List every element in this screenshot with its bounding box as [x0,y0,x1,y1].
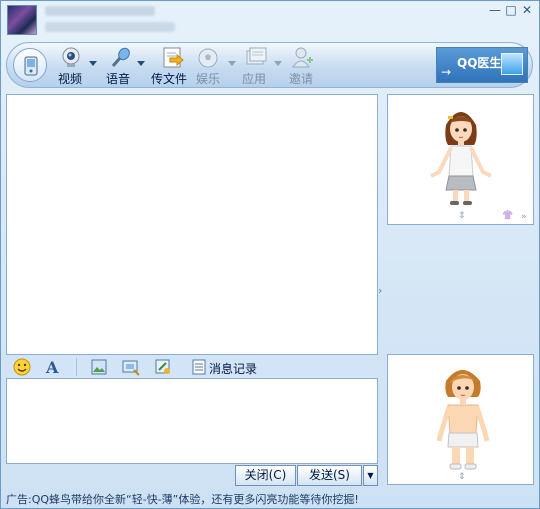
qq-doctor-label: QQ医生 [457,56,502,70]
collapse-sidebar-chevron-icon[interactable]: › [378,284,386,297]
message-history-label[interactable]: 消息记录 [209,360,257,377]
toolbar-send-file-label: 传文件 [151,72,188,86]
toolbar-send-file[interactable]: 传文件 [151,45,197,87]
entertainment-dropdown-caret[interactable] [228,61,236,66]
apps-icon [246,47,267,65]
toolbar-entertainment-label: 娱乐 [196,72,221,86]
contact-name-blurred [45,6,155,16]
toolbar-video-label: 视频 [58,72,83,86]
image-icon[interactable] [90,358,108,376]
toolbar-apps-label: 应用 [242,72,267,86]
send-options-dropdown[interactable]: ▼ [363,465,378,486]
format-divider [76,358,77,376]
apps-dropdown-caret[interactable] [274,61,282,66]
contact-avatar[interactable] [7,5,37,35]
resize-arrows-icon[interactable]: ⇕ [458,472,466,482]
magic-expression-icon[interactable] [154,358,172,376]
minimize-button[interactable]: — [489,3,501,17]
qq-doctor-button[interactable]: QQ医生 → [436,47,528,83]
contact-status-blurred [45,22,175,32]
toolbar-invite-label: 邀请 [289,72,314,86]
voice-dropdown-caret[interactable] [137,61,145,66]
toolbar-voice-label: 语音 [106,72,131,86]
screenshot-icon[interactable] [122,358,140,376]
mobile-button[interactable] [13,48,47,82]
toolbar-voice[interactable]: 语音 [103,45,149,87]
microphone-icon [111,47,130,67]
message-history-pane[interactable] [6,94,378,355]
arrow-right-icon: → [441,65,452,79]
toolbar-video[interactable]: 视频 [55,45,101,87]
send-file-icon [163,47,184,68]
toolbar-apps[interactable]: 应用 [240,45,286,87]
message-history-icon[interactable] [190,358,208,376]
ad-banner[interactable]: 广告:QQ蜂鸟带给你全新“轻-快-薄”体验，还有更多闪亮功能等待你挖掘! [6,491,359,507]
monitor-icon [501,53,523,75]
font-icon[interactable]: A [44,358,62,376]
mobile-phone-icon [24,56,38,76]
webcam-icon [62,47,80,67]
resize-arrows-icon[interactable]: ⇕ [458,211,466,221]
outfit-shirt-icon[interactable]: 👚 [502,211,513,221]
video-dropdown-caret[interactable] [89,61,97,66]
window-controls: — □ ✕ [489,3,533,17]
female-avatar-figure [430,112,492,205]
maximize-button[interactable]: □ [505,3,517,17]
message-input[interactable] [6,378,378,464]
toolbar-entertainment[interactable]: 娱乐 [194,45,240,87]
chat-toolbar: 视频 语音 传文件 娱乐 应用 邀请 QQ医生 → [6,42,533,88]
soccer-ball-icon [198,48,218,68]
send-row: 关闭(C) 发送(S) ▼ [6,464,378,486]
title-bar: — □ ✕ [1,1,539,41]
male-avatar-figure [436,370,490,470]
emoji-icon[interactable] [13,358,31,376]
self-qqshow-panel[interactable]: ⇕ [387,354,534,485]
invite-user-icon [292,47,313,68]
close-window-button[interactable]: ✕ [521,3,533,17]
contact-qqshow-panel[interactable]: ⇕ 👚 » [387,94,534,225]
more-chevron-icon[interactable]: » [521,212,527,222]
close-button[interactable]: 关闭(C) [235,465,296,486]
send-button[interactable]: 发送(S) [297,465,362,486]
svg-text:A: A [45,358,59,376]
format-toolbar: A 消息记录 [6,356,378,378]
chat-window: — □ ✕ 视频 语音 传文件 娱乐 应用 邀请 QQ医生 → A 消息记录 关… [0,0,540,509]
toolbar-invite[interactable]: 邀请 [287,45,327,87]
